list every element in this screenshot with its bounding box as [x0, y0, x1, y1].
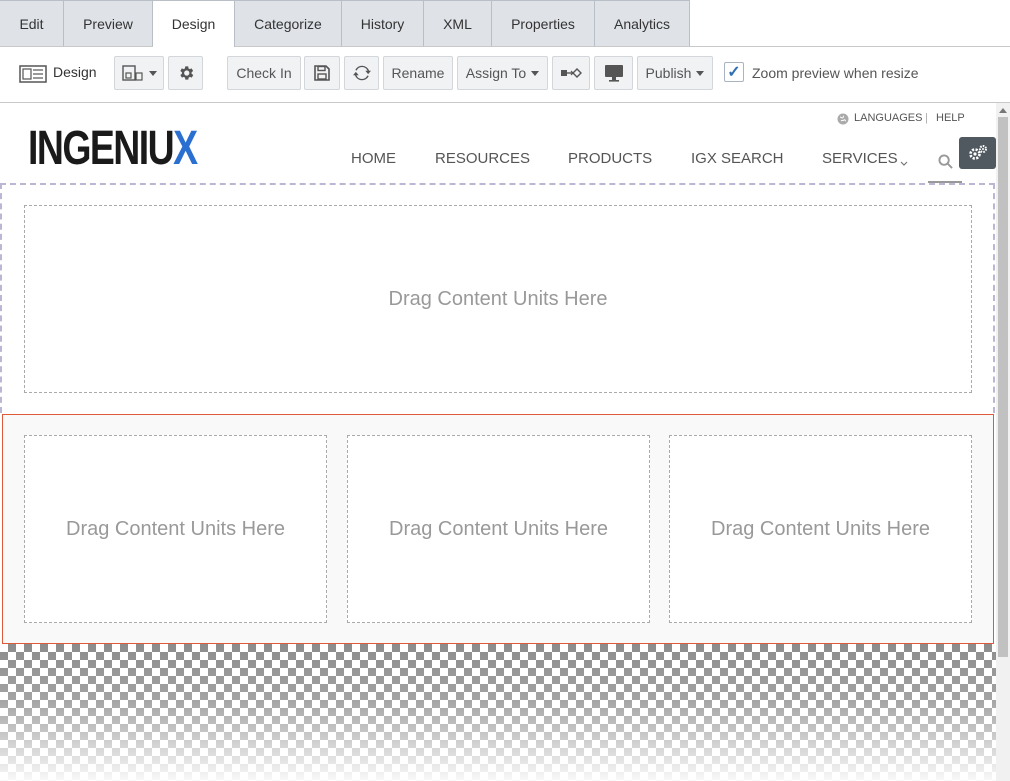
layout-dropdown-button[interactable]: [114, 56, 164, 90]
tab-edit[interactable]: Edit: [0, 0, 64, 46]
transparent-area-fade: [0, 644, 996, 781]
check-in-label: Check In: [236, 65, 292, 81]
gear-icon: [179, 66, 193, 80]
design-layout-icon: [19, 65, 47, 88]
publish-label: Publish: [645, 65, 692, 81]
scrollbar-thumb[interactable]: [998, 117, 1008, 657]
tab-bar: Edit Preview Design Categorize History X…: [0, 0, 1010, 47]
dropzone-label: Drag Content Units Here: [388, 287, 608, 310]
page-settings-button[interactable]: [959, 137, 996, 169]
design-preview: INGENIUX LANGUAGES | HELP HOME RESOURCES…: [0, 103, 996, 781]
scroll-up-icon[interactable]: [996, 103, 1010, 117]
chevron-down-icon: [531, 70, 540, 76]
tab-xml[interactable]: XML: [424, 0, 492, 46]
tab-properties[interactable]: Properties: [492, 0, 595, 46]
chevron-down-icon: [148, 70, 157, 76]
tab-label: Analytics: [613, 15, 671, 32]
rename-label: Rename: [391, 65, 445, 81]
dropzone-label: Drag Content Units Here: [711, 517, 930, 540]
tab-label: Properties: [511, 15, 575, 32]
preview-scrollbar[interactable]: [996, 103, 1010, 781]
tab-analytics[interactable]: Analytics: [595, 0, 690, 46]
save-icon: [314, 65, 330, 81]
gears-icon: [968, 145, 987, 160]
save-button[interactable]: [304, 56, 340, 90]
tab-design[interactable]: Design: [153, 0, 235, 47]
assign-to-label: Assign To: [465, 65, 527, 81]
tab-label: Preview: [83, 15, 133, 32]
toolbar: Design Check In Rename Assign To Publish…: [0, 47, 1010, 103]
refresh-button[interactable]: [344, 56, 379, 90]
zoom-preview-label: Zoom preview when resize: [752, 65, 919, 81]
monitor-icon: [604, 65, 623, 82]
settings-button[interactable]: [168, 56, 203, 90]
site-logo: INGENIUX: [28, 122, 198, 175]
layout-icon: [121, 65, 143, 81]
device-preview-button[interactable]: [594, 56, 633, 90]
dropzone-label: Drag Content Units Here: [389, 517, 608, 540]
chevron-down-icon: [900, 154, 908, 172]
publish-button[interactable]: Publish: [637, 56, 713, 90]
help-link[interactable]: HELP: [936, 112, 965, 124]
tab-label: Design: [171, 16, 216, 32]
tab-label: Edit: [19, 15, 44, 32]
languages-link[interactable]: LANGUAGES: [854, 112, 922, 124]
nav-products[interactable]: PRODUCTS: [568, 150, 652, 167]
checkmark-icon: ✓: [727, 64, 741, 81]
chevron-down-icon: [696, 70, 705, 76]
nav-igx-search[interactable]: IGX SEARCH: [691, 150, 784, 167]
tab-label: XML: [443, 15, 472, 32]
logo-text: INGENIU: [28, 122, 175, 175]
tab-preview[interactable]: Preview: [64, 0, 153, 46]
tab-label: History: [360, 15, 405, 32]
design-mode-label: Design: [53, 64, 97, 80]
check-in-button[interactable]: Check In: [227, 56, 301, 90]
rename-button[interactable]: Rename: [383, 56, 453, 90]
nav-resources[interactable]: RESOURCES: [435, 150, 530, 167]
tab-label: Categorize: [254, 15, 322, 32]
assign-to-button[interactable]: Assign To: [457, 56, 548, 90]
globe-icon: [837, 112, 849, 130]
dropzone-column-2[interactable]: Drag Content Units Here: [347, 435, 650, 623]
utility-separator: |: [925, 112, 928, 124]
nav-home[interactable]: HOME: [351, 150, 396, 167]
zoom-preview-checkbox[interactable]: ✓: [724, 62, 744, 82]
logo-accent: X: [173, 122, 198, 175]
dropzone-label: Drag Content Units Here: [66, 517, 285, 540]
refresh-icon: [352, 65, 371, 81]
workflow-button[interactable]: [552, 56, 590, 90]
dropzone-column-1[interactable]: Drag Content Units Here: [24, 435, 327, 623]
tab-history[interactable]: History: [342, 0, 424, 46]
workflow-icon: [561, 68, 582, 78]
search-icon: [937, 153, 953, 169]
site-search-button[interactable]: [928, 141, 962, 183]
dropzone-column-3[interactable]: Drag Content Units Here: [669, 435, 972, 623]
nav-services[interactable]: SERVICES: [822, 150, 898, 167]
tab-categorize[interactable]: Categorize: [235, 0, 342, 46]
dropzone-top[interactable]: Drag Content Units Here: [24, 205, 972, 393]
